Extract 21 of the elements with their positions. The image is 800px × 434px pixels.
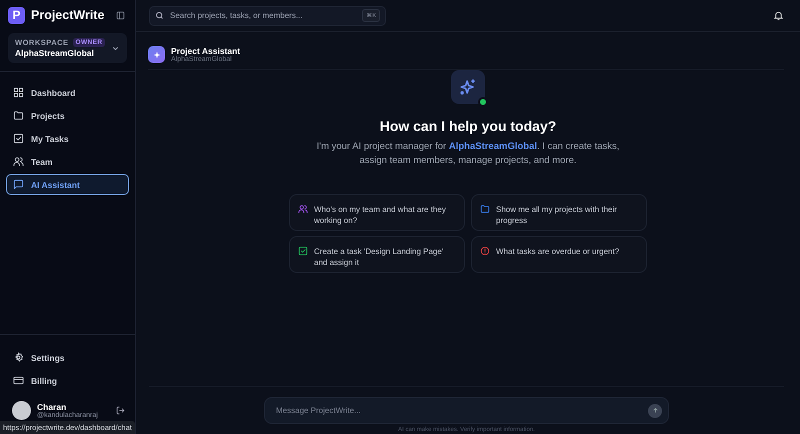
composer-bar[interactable]: Message ProjectWrite... <box>264 397 669 424</box>
nav-item[interactable]: Settings <box>6 347 129 368</box>
suggestion-card[interactable]: Who's on my team and what are they working on? <box>289 194 465 231</box>
hero-description: I'm your AI project manager for AlphaStreamGlobal. I can create tasks, assign team members, manage projects, and more. <box>316 140 620 168</box>
nav-item[interactable]: My Tasks <box>6 128 129 149</box>
nav-item[interactable]: AI Assistant <box>6 174 129 195</box>
suggestion-card[interactable]: What tasks are overdue or urgent? <box>471 236 647 273</box>
nav-item[interactable]: Projects <box>6 105 129 126</box>
chat-title: Project Assistant <box>171 46 240 56</box>
user-name: Charan <box>37 402 66 412</box>
message-field[interactable]: Message ProjectWrite... <box>274 405 648 416</box>
logo-icon: P <box>8 6 25 24</box>
search-field[interactable]: Search projects, tasks, or members... <box>168 10 358 21</box>
app-name: ProjectWrite <box>31 8 106 22</box>
nav-item[interactable]: Team <box>6 151 129 172</box>
nav-item[interactable]: Billing <box>6 370 129 391</box>
hero-title: How can I help you today? <box>380 118 556 134</box>
suggestion-card[interactable]: Create a task 'Design Landing Page' and assign it <box>289 236 465 273</box>
workspace-name: AlphaStreamGlobal <box>15 48 95 58</box>
suggestion-card[interactable]: Show me all my projects with their progress <box>471 194 647 231</box>
nav-item[interactable]: Dashboard <box>6 82 129 103</box>
